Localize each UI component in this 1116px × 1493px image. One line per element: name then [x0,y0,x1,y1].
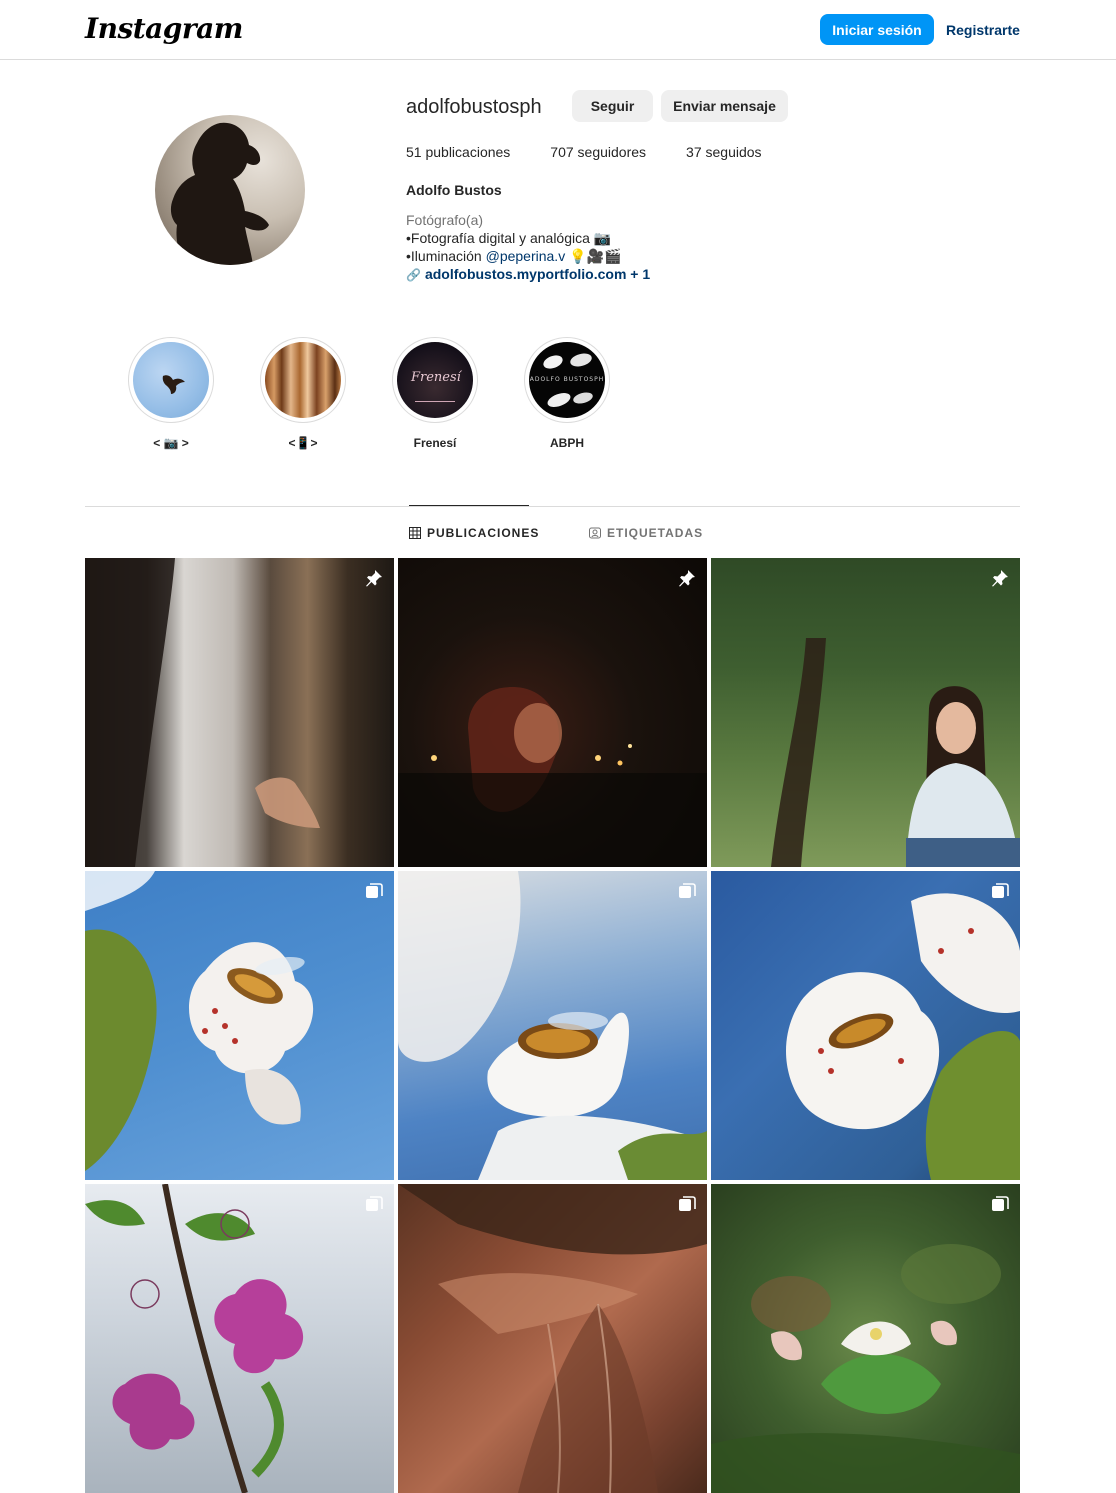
highlight-label: < 📷 > [153,436,189,450]
follow-button[interactable]: Seguir [572,90,653,122]
profile-stats: 51 publicaciones 707 seguidores 37 segui… [406,144,762,160]
post-thumbnail[interactable] [85,1184,394,1493]
bio-mention-link[interactable]: @peperina.v [486,248,566,264]
pinned-icon [990,568,1010,588]
carousel-icon [990,1194,1010,1214]
post-9-art [711,1244,1020,1493]
register-link[interactable]: Registrarte [946,22,1020,38]
tagged-user-icon [589,527,601,539]
bio-more-links[interactable]: + 1 [626,266,650,282]
post-2-art [398,687,707,867]
bio-category: Fotógrafo(a) [406,212,484,228]
carousel-icon [364,1194,384,1214]
post-thumbnail[interactable] [398,871,707,1180]
post-thumbnail[interactable] [711,1184,1020,1493]
highlight-item[interactable]: < 📷 > [128,337,214,450]
carousel-icon [677,881,697,901]
pinned-icon [677,568,697,588]
link-icon: 🔗 [406,268,421,282]
bio-link-row[interactable]: 🔗 adolfobustos.myportfolio.com + 1 [406,265,650,284]
highlight-ring [128,337,214,423]
post-7-art [85,1184,304,1493]
highlight-ring: ADOLFO BUSTOSPH [524,337,610,423]
highlight-cover [265,342,341,418]
highlight-label: ABPH [549,436,584,450]
highlight-item[interactable]: Frenesí Frenesí [392,337,478,450]
grid-icon [409,527,421,539]
top-nav: Instagram Iniciar sesión Registrarte [0,0,1116,60]
abph-watermark-text: ADOLFO BUSTOSPH [529,376,605,383]
highlight-item[interactable]: <📱> [260,337,346,450]
followers-count[interactable]: 707 seguidores [550,144,646,160]
highlight-cover: ADOLFO BUSTOSPH [529,342,605,418]
highlight-cover [133,342,209,418]
bird-icon [162,375,185,394]
highlight-label: Frenesí [413,436,457,450]
tab-tagged-label: ETIQUETADAS [607,526,704,540]
post-5-art [398,871,707,1180]
highlight-item[interactable]: ADOLFO BUSTOSPH ABPH [524,337,610,450]
send-message-button[interactable]: Enviar mensaje [661,90,788,122]
highlight-cover: Frenesí [397,342,473,418]
instagram-logo[interactable]: Instagram [85,12,243,45]
following-count[interactable]: 37 seguidos [686,144,762,160]
avatar-silhouette [170,122,269,265]
profile-full-name: Adolfo Bustos [406,182,502,198]
post-4-art [85,871,314,1171]
profile-username: adolfobustosph [406,96,542,118]
post-8-art [398,1184,707,1493]
bio-line-1: •Fotografía digital y analógica 📷 [406,230,612,246]
tab-tagged[interactable]: ETIQUETADAS [589,526,703,540]
login-button[interactable]: Iniciar sesión [820,14,934,45]
active-tab-indicator [409,505,529,506]
post-3-art [771,638,1020,867]
post-thumbnail[interactable] [85,871,394,1180]
carousel-icon [990,881,1010,901]
bio-line-2-prefix: •Iluminación [406,248,486,264]
pinned-icon [364,568,384,588]
post-thumbnail[interactable] [398,558,707,867]
bio-line-2-suffix: 💡🎥🎬 [565,248,622,264]
post-thumbnail[interactable] [711,558,1020,867]
post-1-art [85,558,320,867]
highlight-label: <📱> [288,436,318,450]
tab-posts[interactable]: PUBLICACIONES [409,526,539,540]
decorative-line [415,394,455,402]
post-thumbnail[interactable] [398,1184,707,1493]
carousel-icon [364,881,384,901]
bio-website-link[interactable]: adolfobustos.myportfolio.com [425,266,626,282]
profile-avatar[interactable] [155,115,305,265]
post-thumbnail[interactable] [711,871,1020,1180]
profile-bio: Fotógrafo(a) •Fotografía digital y analó… [406,211,650,284]
bio-line-2: •Iluminación @peperina.v 💡🎥🎬 [406,247,650,265]
highlight-ring [260,337,346,423]
frenesi-logo-text: Frenesí [411,370,461,385]
tabs-divider [85,506,1020,507]
highlight-ring: Frenesí [392,337,478,423]
post-thumbnail[interactable] [85,558,394,867]
tab-posts-label: PUBLICACIONES [427,526,540,540]
posts-count: 51 publicaciones [406,144,511,160]
carousel-icon [677,1194,697,1214]
post-6-art [786,893,1020,1180]
